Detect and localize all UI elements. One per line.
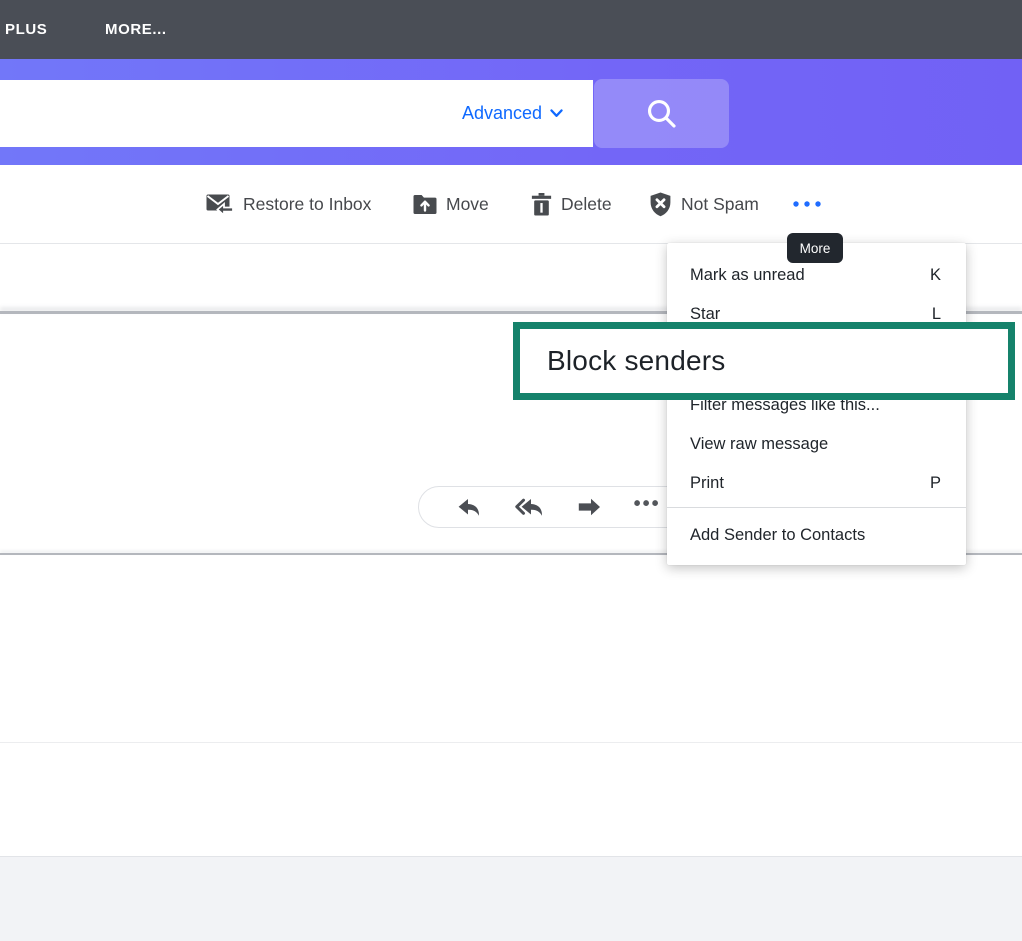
advanced-label: Advanced bbox=[462, 103, 542, 124]
not-spam-label: Not Spam bbox=[681, 194, 759, 215]
nav-item-more[interactable]: MORE... bbox=[105, 21, 167, 38]
shortcut-key: P bbox=[930, 474, 941, 493]
restore-to-inbox-label: Restore to Inbox bbox=[243, 194, 371, 215]
pill-more-button[interactable]: ••• bbox=[634, 494, 661, 520]
reply-all-button[interactable] bbox=[515, 498, 545, 517]
block-senders-highlight-box: Block senders bbox=[513, 322, 1015, 400]
menu-item-print[interactable]: Print P bbox=[667, 464, 966, 503]
menu-divider bbox=[667, 507, 966, 508]
chevron-down-icon bbox=[550, 109, 563, 118]
not-spam-button[interactable]: Not Spam bbox=[649, 165, 759, 243]
more-context-menu: Mark as unread K Star L Block senders Fi… bbox=[667, 243, 966, 565]
search-icon bbox=[644, 96, 680, 132]
footer-area bbox=[0, 856, 1022, 941]
advanced-search-dropdown[interactable]: Advanced bbox=[462, 80, 563, 147]
move-button[interactable]: Move bbox=[413, 165, 489, 243]
restore-to-inbox-button[interactable]: Restore to Inbox bbox=[206, 165, 371, 243]
forward-icon bbox=[577, 498, 601, 516]
search-header: Advanced bbox=[0, 59, 1022, 165]
delete-label: Delete bbox=[561, 194, 612, 215]
top-navigation-bar: PLUS MORE... bbox=[0, 0, 1022, 59]
toolbar-more-button[interactable] bbox=[791, 165, 823, 243]
shortcut-key: K bbox=[930, 266, 941, 285]
message-actions-pill: ••• bbox=[418, 486, 700, 528]
move-label: Move bbox=[446, 194, 489, 215]
trash-icon bbox=[531, 193, 552, 216]
menu-item-add-sender-to-contacts[interactable]: Add Sender to Contacts bbox=[667, 516, 966, 555]
block-senders-highlight-label: Block senders bbox=[520, 345, 725, 377]
reply-button[interactable] bbox=[457, 498, 482, 517]
nav-item-plus[interactable]: PLUS bbox=[5, 21, 47, 38]
reply-icon bbox=[457, 498, 482, 517]
ellipsis-icon: ••• bbox=[634, 494, 661, 520]
ellipsis-icon bbox=[791, 200, 823, 208]
forward-button[interactable] bbox=[577, 498, 601, 516]
tooltip-label: More bbox=[800, 241, 831, 256]
menu-item-view-raw-message[interactable]: View raw message bbox=[667, 425, 966, 464]
folder-up-icon bbox=[413, 193, 437, 215]
message-toolbar: Restore to Inbox Move Delete bbox=[0, 165, 1022, 243]
delete-button[interactable]: Delete bbox=[531, 165, 612, 243]
reply-all-icon bbox=[515, 498, 545, 517]
shield-x-icon bbox=[649, 192, 672, 217]
more-tooltip: More bbox=[787, 233, 843, 263]
search-button[interactable] bbox=[594, 79, 729, 148]
mail-app-screen: PLUS MORE... Advanced Restore to Inbo bbox=[0, 0, 1022, 941]
restore-envelope-icon bbox=[206, 193, 234, 216]
content-divider bbox=[0, 742, 1022, 743]
